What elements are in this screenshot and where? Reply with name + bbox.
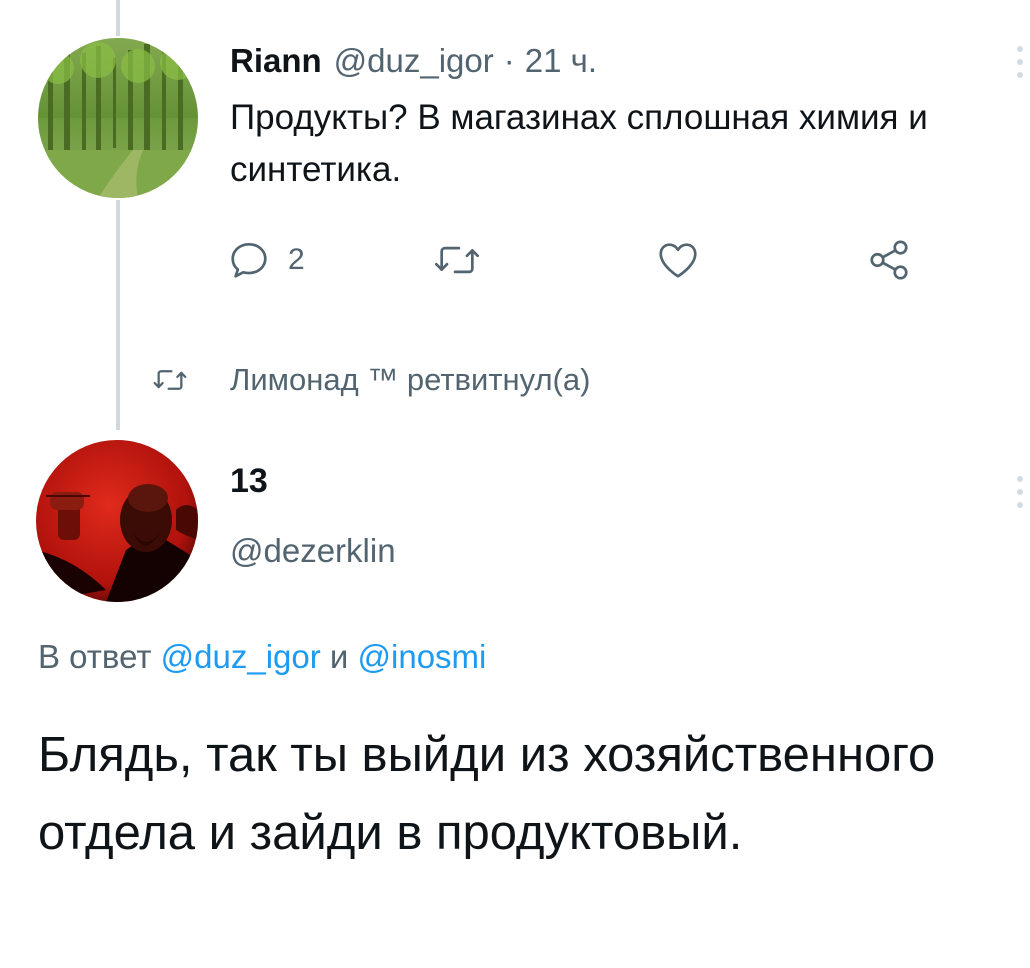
retweet-button[interactable] <box>432 232 482 288</box>
timeline: Riann @duz_igor · 21 ч. Продукты? В мага… <box>0 0 1030 968</box>
tweet-text: Продукты? В магазинах сплошная химия и с… <box>230 98 928 189</box>
tweet-text: Блядь, так ты выйди из хозяйственного от… <box>38 728 936 860</box>
display-name[interactable]: Riann <box>230 42 322 80</box>
more-options-icon[interactable] <box>1010 46 1030 78</box>
reply-and: и <box>329 638 349 675</box>
reply-count: 2 <box>288 243 305 276</box>
retweet-banner[interactable]: Лимонад ™ ретвитнул(а) <box>150 352 590 408</box>
like-button[interactable] <box>654 232 702 288</box>
reply-prefix: В ответ <box>38 638 152 675</box>
tweet-actions: 2 <box>226 232 926 288</box>
timestamp[interactable]: 21 ч. <box>525 42 597 80</box>
retweet-icon <box>153 370 187 390</box>
retweet-banner-text: Лимонад ™ ретвитнул(а) <box>230 362 591 397</box>
mention-link[interactable]: @inosmi <box>358 638 487 675</box>
display-name[interactable]: 13 <box>230 462 268 501</box>
avatar[interactable] <box>36 440 198 602</box>
reply-button[interactable]: 2 <box>226 232 305 288</box>
handle[interactable]: @duz_igor <box>334 42 494 80</box>
thread-line <box>116 0 120 36</box>
separator: · <box>503 42 515 79</box>
more-options-icon[interactable] <box>1010 476 1030 508</box>
tweet-header: Riann @duz_igor · 21 ч. <box>230 36 597 86</box>
red-portrait-avatar-icon <box>36 440 198 602</box>
share-icon <box>870 240 908 280</box>
handle[interactable]: @dezerklin <box>230 532 396 570</box>
mention-link[interactable]: @duz_igor <box>161 638 321 675</box>
heart-icon <box>659 243 697 278</box>
retweet-icon <box>434 246 480 274</box>
forest-avatar-icon <box>38 38 198 198</box>
reply-icon <box>231 242 267 278</box>
avatar[interactable] <box>38 38 198 198</box>
share-button[interactable] <box>866 232 912 288</box>
reply-context: В ответ @duz_igor и @inosmi <box>38 638 486 676</box>
thread-line <box>116 200 120 430</box>
